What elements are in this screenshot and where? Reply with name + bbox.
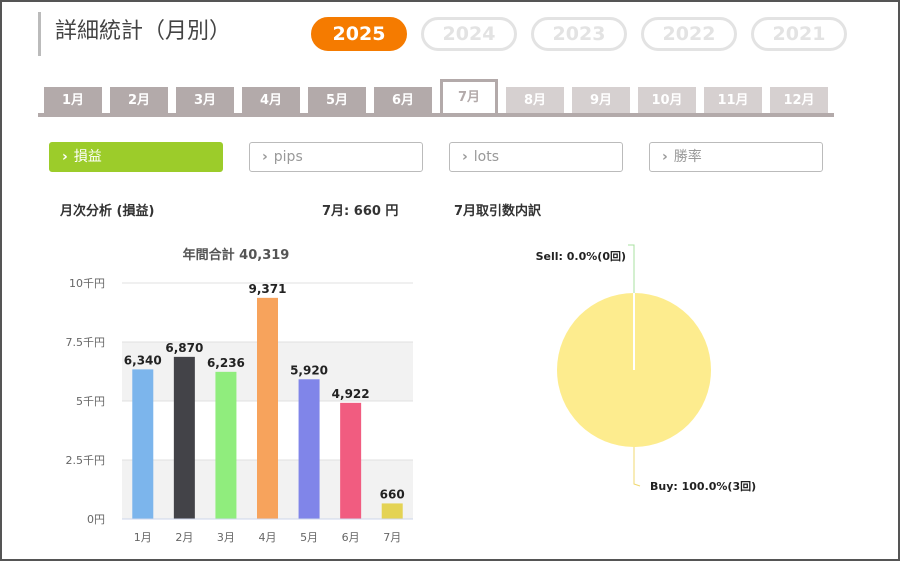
metric-tab-label: pips (273, 149, 303, 165)
chevron-right-icon: › (62, 149, 68, 165)
bar (381, 503, 403, 519)
trade-pie-chart: Sell: 0.0%(0回) Buy: 100.0%(3回) (536, 244, 756, 493)
pie-label-sell: Sell: 0.0%(0回) (536, 249, 626, 263)
monthly-bar-chart: 6,3406,870 6,236 9,371 5,920 4,922 660 0円 2.5千… (66, 247, 413, 544)
month-tab-5[interactable]: 5月 (308, 87, 366, 113)
bar (257, 297, 278, 519)
data-label: 5,920 (290, 363, 328, 377)
year-tabs: 2025 2024 2023 2022 2021 (311, 17, 847, 51)
data-label: 660 (380, 487, 405, 501)
month-tab-9[interactable]: 9月 (572, 87, 630, 113)
trade-breakdown-label: 7月取引数内訳 (454, 204, 542, 219)
month-tab-11[interactable]: 11月 (704, 87, 762, 113)
metric-tab-lots[interactable]: › lots (449, 142, 623, 172)
month-tab-12[interactable]: 12月 (770, 87, 828, 113)
month-tab-underline (38, 113, 834, 117)
data-label: 9,371 (249, 282, 287, 296)
bar (340, 402, 362, 519)
chevron-right-icon: › (262, 149, 268, 165)
data-label: 6,870 (165, 341, 203, 355)
month-tab-7[interactable]: 7月 (440, 79, 498, 113)
month-tab-3[interactable]: 3月 (176, 87, 234, 113)
data-label: 6,236 (207, 356, 245, 370)
x-tick-label: 5月 (300, 531, 318, 544)
y-tick-label: 5千円 (76, 395, 105, 408)
month-tab-8[interactable]: 8月 (506, 87, 564, 113)
bar (298, 379, 320, 519)
y-tick-label: 2.5千円 (66, 454, 106, 467)
y-tick-label: 10千円 (69, 277, 105, 290)
year-tab-2022[interactable]: 2022 (641, 17, 737, 51)
chevron-right-icon: › (462, 149, 468, 165)
chevron-right-icon: › (662, 149, 668, 165)
metric-tab-pips[interactable]: › pips (249, 142, 423, 172)
x-tick-label: 2月 (175, 531, 193, 544)
data-label: 4,922 (332, 387, 370, 401)
x-tick-label: 7月 (383, 531, 401, 544)
month-tab-6[interactable]: 6月 (374, 87, 432, 113)
metric-tab-label: lots (473, 149, 500, 165)
month-tab-1[interactable]: 1月 (44, 87, 102, 113)
year-tab-2024[interactable]: 2024 (421, 17, 517, 51)
metric-tab-winrate[interactable]: › 勝率 (649, 142, 823, 172)
year-tab-2021[interactable]: 2021 (751, 17, 847, 51)
month-tab-2[interactable]: 2月 (110, 87, 168, 113)
month-value: 7月: 660 円 (322, 204, 399, 219)
page-title: 詳細統計（月別） (38, 12, 231, 56)
monthly-analysis-label: 月次分析 (損益) (60, 204, 155, 219)
x-tick-label: 6月 (342, 531, 360, 544)
month-tab-4[interactable]: 4月 (242, 87, 300, 113)
year-tab-2023[interactable]: 2023 (531, 17, 627, 51)
bar (215, 371, 237, 519)
x-tick-label: 4月 (259, 531, 277, 544)
metric-tab-label: 損益 (73, 149, 102, 165)
x-tick-label: 3月 (217, 531, 235, 544)
bar (173, 356, 195, 519)
pie-label-buy: Buy: 100.0%(3回) (650, 479, 756, 493)
bar (132, 369, 154, 519)
metric-tabs: › 損益 › pips › lots › 勝率 (49, 142, 823, 172)
month-tab-10[interactable]: 10月 (638, 87, 696, 113)
y-tick-label: 7.5千円 (66, 336, 106, 349)
year-tab-2025[interactable]: 2025 (311, 17, 407, 51)
x-tick-label: 1月 (134, 531, 152, 544)
y-tick-label: 0円 (87, 513, 105, 526)
metric-tab-label: 勝率 (673, 149, 702, 165)
metric-tab-profit[interactable]: › 損益 (49, 142, 223, 172)
label-connector (628, 244, 635, 293)
chart-title: 年間合計 40,319 (183, 247, 290, 263)
data-label: 6,340 (124, 353, 162, 367)
label-connector (633, 447, 641, 487)
month-tabs: 1月 2月 3月 4月 5月 6月 7月 8月 9月 10月 11月 12月 (44, 79, 836, 113)
